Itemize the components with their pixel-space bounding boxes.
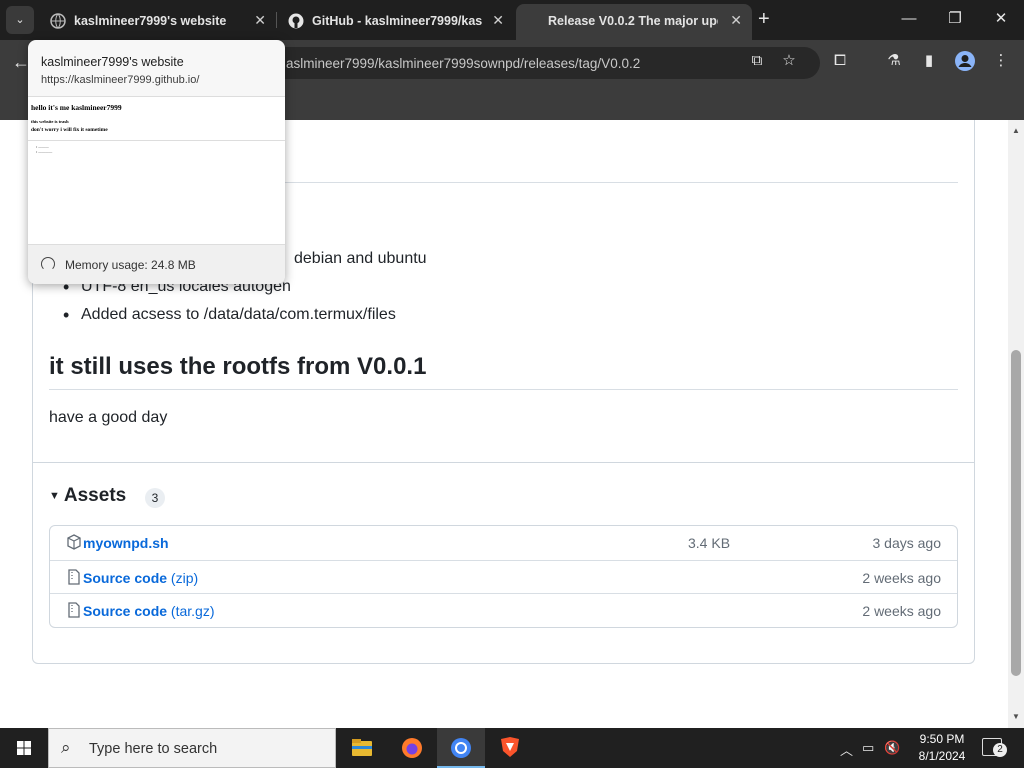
volume-muted-icon[interactable]: 🔇 [884, 740, 900, 756]
asset-link[interactable]: Source code (tar.gz) [83, 603, 215, 619]
file-zip-icon [68, 569, 80, 585]
extensions-icon[interactable]: ⧠ [829, 50, 851, 72]
asset-ext: (zip) [170, 570, 199, 586]
tab-title: Release V0.0.2 The major update [548, 14, 718, 28]
system-clock[interactable]: 9:50 PM 8/1/2024 [910, 731, 974, 765]
scroll-up-arrow-icon[interactable]: ▲ [1012, 126, 1020, 135]
menu-kebab-icon[interactable]: ⋮ [990, 50, 1012, 72]
windows-logo-icon [17, 741, 31, 755]
page-scrollbar[interactable]: ▲ ▼ [1008, 120, 1024, 728]
assets-list: myownpd.sh 3.4 KB 3 days ago Source code… [49, 525, 958, 628]
asset-name: Source code [83, 603, 168, 619]
asset-link[interactable]: Source code (zip) [83, 570, 198, 586]
tab-divider [276, 12, 277, 28]
profile-avatar-icon[interactable] [954, 50, 976, 72]
package-icon [67, 534, 81, 550]
search-icon: ⌕ [61, 738, 71, 757]
install-app-icon[interactable]: ⧉ [746, 50, 768, 72]
caret-down-icon: ▼ [49, 490, 60, 502]
asset-ext: (tar.gz) [170, 603, 215, 619]
search-placeholder: Type here to search [89, 741, 218, 757]
windows-taskbar: ⌕ Type here to search ︿ ▭ 🔇 9:50 PM 8/1/… [0, 728, 1024, 768]
asset-name: Source code [83, 570, 168, 586]
tab-strip: ⌄ kaslmineer7999's website ✕ GitHub - ka… [0, 0, 1024, 40]
tab-release[interactable]: Release V0.0.2 The major update ✕ [516, 4, 752, 40]
tab-search-button[interactable]: ⌄ [6, 6, 34, 34]
url-text: aslmineer7999/kaslmineer7999sownpd/relea… [286, 56, 641, 71]
firefox-app[interactable] [388, 728, 436, 768]
divider [33, 462, 974, 463]
chrome-icon [451, 738, 471, 758]
preview-line: this website is trash [31, 119, 69, 124]
asset-size: 3.4 KB [688, 535, 731, 551]
side-panel-icon[interactable]: ▮ [918, 50, 940, 72]
preview-line: don't worry i will fix it sometime [31, 127, 108, 133]
taskbar-search-box[interactable]: ⌕ Type here to search [48, 728, 336, 768]
asset-row: Source code (tar.gz) 2 weeks ago [50, 593, 957, 627]
bookmark-star-icon[interactable]: ☆ [778, 50, 800, 72]
scroll-down-arrow-icon[interactable]: ▼ [1012, 712, 1020, 721]
network-icon[interactable]: ▭ [862, 740, 874, 756]
close-window-button[interactable]: ✕ [978, 8, 1024, 30]
asset-date: 2 weeks ago [862, 570, 941, 586]
memory-usage-text: Memory usage: 24.8 MB [65, 258, 196, 272]
asset-row: Source code (zip) 2 weeks ago [50, 560, 957, 594]
folder-icon [352, 739, 372, 756]
tab-hover-card: kaslmineer7999's website https://kaslmin… [28, 40, 285, 284]
assets-title: Assets [63, 485, 127, 506]
asset-date: 3 days ago [872, 535, 942, 551]
firefox-icon [402, 738, 422, 758]
hover-card-title: kaslmineer7999's website [41, 55, 184, 69]
asset-date: 2 weeks ago [862, 603, 941, 619]
asset-row: myownpd.sh 3.4 KB 3 days ago [50, 526, 957, 560]
restore-button[interactable]: ❐ [932, 8, 978, 30]
chrome-app[interactable] [437, 728, 485, 768]
close-tab-icon[interactable]: ✕ [492, 12, 504, 29]
divider [49, 389, 958, 390]
tab-website[interactable]: kaslmineer7999's website ✕ [40, 4, 276, 40]
tab-title: GitHub - kaslmineer7999/kaslmineer7999so… [312, 14, 482, 28]
tab-preview-thumbnail: hello it's me kaslmineer7999 this websit… [28, 96, 285, 244]
minimize-button[interactable]: — [886, 8, 932, 30]
close-tab-icon[interactable]: ✕ [730, 12, 742, 29]
notification-center-icon[interactable]: 2 [982, 738, 1007, 757]
file-zip-icon [68, 602, 80, 618]
memory-usage-row: Memory usage: 24.8 MB [28, 244, 285, 284]
list-item: Added acsess to /data/data/com.termux/fi… [63, 305, 396, 326]
brave-lion-icon [501, 737, 519, 757]
close-tab-icon[interactable]: ✕ [254, 12, 266, 29]
release-paragraph: have a good day [49, 409, 168, 426]
brave-app[interactable] [486, 728, 534, 768]
assets-toggle[interactable]: ▼ Assets [49, 485, 126, 507]
list-item: debian and ubuntu [276, 249, 427, 270]
scrollbar-thumb[interactable] [1011, 350, 1021, 676]
github-icon [288, 13, 304, 29]
gauge-icon [41, 257, 55, 271]
preview-list-item: • ——— [36, 145, 49, 149]
assets-count-badge: 3 [145, 488, 165, 508]
clock-time: 9:50 PM [919, 732, 965, 746]
file-explorer-app[interactable] [338, 728, 386, 768]
tab-github-repo[interactable]: GitHub - kaslmineer7999/kaslmineer7999so… [278, 4, 514, 40]
hover-card-url: https://kaslmineer7999.github.io/ [41, 74, 200, 86]
clock-date: 8/1/2024 [918, 749, 966, 763]
preview-heading: hello it's me kaslmineer7999 [31, 103, 122, 112]
release-heading: it still uses the rootfs from V0.0.1 [49, 353, 427, 380]
asset-name: myownpd.sh [83, 535, 169, 551]
globe-icon [50, 13, 66, 29]
notification-count-badge: 2 [993, 743, 1007, 757]
preview-list-item: • ———— [36, 150, 53, 154]
show-hidden-icons-chevron-icon[interactable]: ︿ [840, 740, 853, 759]
tab-title: kaslmineer7999's website [74, 14, 227, 28]
start-button[interactable] [0, 728, 48, 768]
new-tab-button[interactable]: + [758, 8, 770, 30]
asset-link[interactable]: myownpd.sh [83, 535, 169, 551]
preview-divider [28, 140, 285, 141]
labs-flask-icon[interactable]: ⚗ [883, 50, 905, 72]
